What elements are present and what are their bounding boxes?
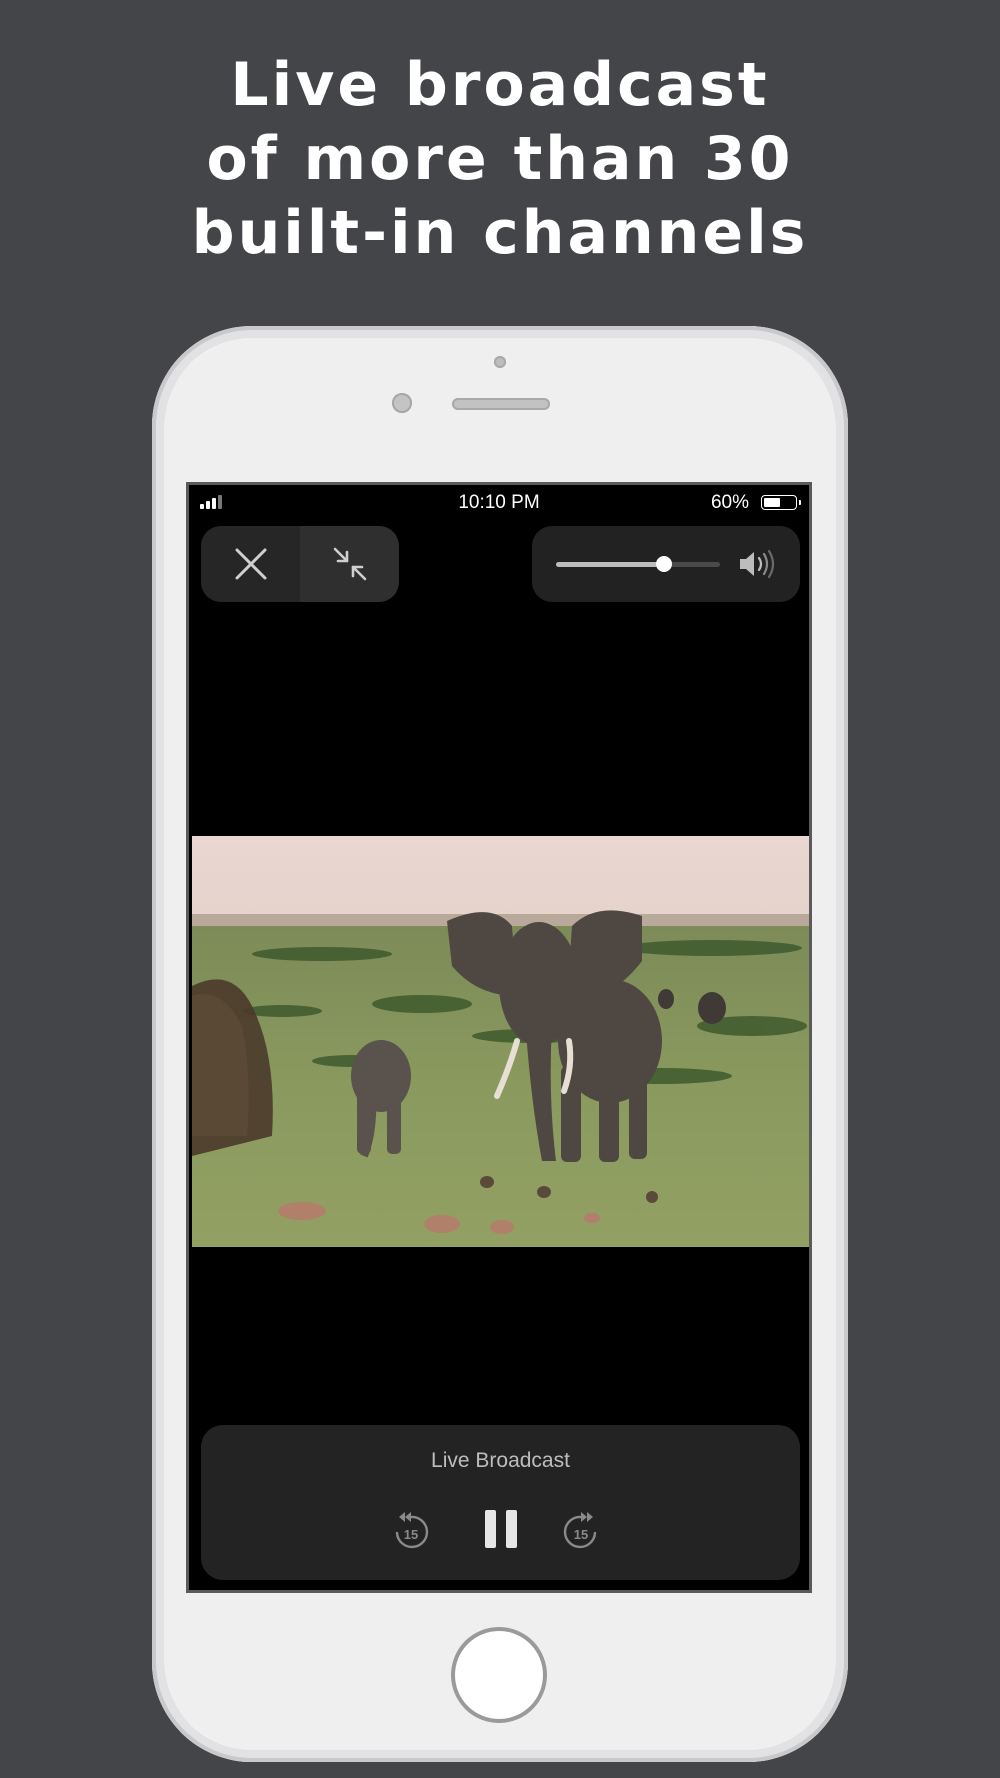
elephant-savanna-image — [192, 836, 809, 1247]
playback-panel: Live Broadcast 15 15 — [201, 1425, 800, 1580]
headline-line-2: of more than 30 — [206, 124, 794, 194]
battery-icon — [761, 495, 801, 510]
forward-15-icon: 15 — [563, 1512, 597, 1549]
window-controls — [201, 526, 399, 602]
front-camera — [494, 356, 506, 368]
rewind-label: 15 — [404, 1527, 418, 1542]
rewind-15-button[interactable]: 15 — [391, 1511, 431, 1551]
headline-line-1: Live broadcast — [230, 50, 770, 120]
headline: Live broadcast of more than 30 built-in … — [0, 48, 1000, 270]
close-icon — [235, 548, 266, 580]
close-button[interactable] — [201, 526, 300, 602]
battery-percent: 60% — [710, 492, 749, 513]
forward-15-button[interactable]: 15 — [561, 1511, 601, 1551]
pause-button[interactable] — [481, 1505, 521, 1553]
volume-slider[interactable] — [556, 556, 720, 572]
earpiece-speaker — [452, 398, 550, 410]
arrows-in-icon — [333, 547, 366, 581]
speaker-volume-icon — [740, 549, 775, 579]
broadcast-title: Live Broadcast — [431, 1449, 570, 1472]
volume-slider-thumb[interactable] — [656, 556, 673, 572]
home-button[interactable] — [451, 1627, 547, 1723]
forward-label: 15 — [574, 1527, 588, 1542]
pause-icon — [485, 1510, 517, 1548]
status-bar: 10:10 PM 60% — [189, 485, 809, 521]
rewind-15-icon: 15 — [395, 1512, 429, 1549]
exit-fullscreen-button[interactable] — [300, 526, 399, 602]
phone-screen: 10:10 PM 60% Live Broadcast 15 15 — [186, 482, 812, 1593]
volume-control — [532, 526, 800, 602]
video-frame[interactable] — [192, 836, 809, 1247]
headline-line-3: built-in channels — [191, 198, 809, 268]
proximity-sensor — [392, 393, 412, 413]
